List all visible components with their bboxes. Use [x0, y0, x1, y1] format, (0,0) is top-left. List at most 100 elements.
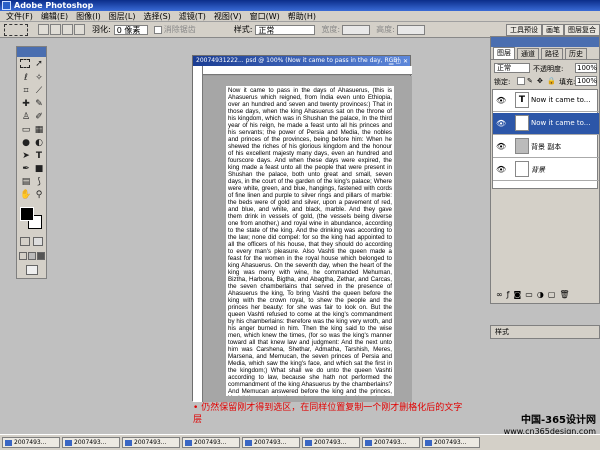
tab-channels[interactable]: 通道: [517, 48, 539, 59]
screen-mode-full-icon[interactable]: [37, 252, 45, 260]
taskbar-window[interactable]: 2007493...: [62, 437, 120, 448]
dodge-icon[interactable]: ◐: [33, 137, 45, 149]
standard-mode-icon[interactable]: [20, 237, 30, 246]
menu-select[interactable]: 选择(S): [139, 11, 174, 22]
screen-mode-standard-icon[interactable]: [19, 252, 27, 260]
feather-input[interactable]: 0 像素: [113, 24, 148, 35]
taskbar-window[interactable]: 2007493...: [122, 437, 180, 448]
menu-view[interactable]: 视图(V): [210, 11, 246, 22]
pen-icon[interactable]: ✒: [20, 163, 32, 175]
menu-help[interactable]: 帮助(H): [284, 11, 320, 22]
menu-image[interactable]: 图像(I): [72, 11, 105, 22]
mask-icon[interactable]: ◙: [514, 289, 522, 301]
zoom-icon[interactable]: ⚲: [33, 189, 45, 201]
quickmask-mode-icon[interactable]: [33, 237, 43, 246]
menu-window[interactable]: 窗口(W): [246, 11, 284, 22]
folder-icon[interactable]: ▭: [525, 289, 533, 301]
palette-tab-brushes[interactable]: 画笔: [542, 23, 564, 36]
menu-edit[interactable]: 编辑(E): [37, 11, 72, 22]
ps-doc-icon: [365, 440, 372, 446]
layer-thumbnail: [515, 161, 529, 177]
visibility-eye-icon[interactable]: 👁: [496, 96, 506, 105]
styles-palette[interactable]: 样式: [490, 325, 600, 339]
brush-icon[interactable]: ✎: [33, 98, 45, 110]
taskbar-window[interactable]: 2007493...: [182, 437, 240, 448]
intersect-selection-button[interactable]: [74, 24, 85, 35]
blur-icon[interactable]: ●: [20, 137, 32, 149]
hand-icon[interactable]: ✋: [20, 189, 32, 201]
layers-palette-header[interactable]: [491, 37, 599, 47]
palette-tab-layer-comps[interactable]: 图层复合: [564, 23, 600, 36]
layer-row-selected[interactable]: 👁 Now it came to...: [493, 113, 599, 135]
tab-layers[interactable]: 图层: [493, 47, 515, 59]
lock-all-icon[interactable]: 🔒: [547, 77, 556, 85]
stamp-icon[interactable]: ♙: [20, 111, 32, 123]
height-input[interactable]: [396, 24, 425, 35]
window-controls-icon[interactable]: ▁ ▢ ✕: [389, 57, 408, 66]
gradient-icon[interactable]: ▦: [33, 124, 45, 136]
notes-icon[interactable]: ▤: [20, 176, 32, 188]
taskbar-window[interactable]: 2007493...: [422, 437, 480, 448]
layer-name: 背景 副本: [531, 143, 562, 151]
menu-layer[interactable]: 图层(L): [105, 11, 140, 22]
move-icon[interactable]: ➚: [33, 58, 45, 70]
taskbar-window[interactable]: 2007493...: [2, 437, 60, 448]
antialias-checkbox[interactable]: [153, 25, 162, 34]
eyedropper-icon[interactable]: ⟆: [33, 176, 45, 188]
taskbar-window[interactable]: 2007493...: [362, 437, 420, 448]
link-icon[interactable]: ∞: [496, 289, 503, 301]
width-input[interactable]: [342, 24, 371, 35]
crop-icon[interactable]: ⌗: [20, 85, 32, 97]
visibility-eye-icon[interactable]: 👁: [496, 165, 506, 174]
toolbox-header[interactable]: [17, 47, 46, 57]
shape-icon[interactable]: ■: [33, 163, 45, 175]
foreground-color-swatch-top[interactable]: [20, 207, 34, 221]
canvas-area[interactable]: Now it came to pass in the days of Ahasu…: [203, 76, 412, 402]
history-brush-icon[interactable]: ✐: [33, 111, 45, 123]
marquee-tool-icon[interactable]: [4, 23, 28, 36]
menu-filter[interactable]: 滤镜(T): [175, 11, 210, 22]
document-canvas[interactable]: Now it came to pass in the days of Ahasu…: [226, 86, 394, 396]
document-title-bar[interactable]: 20074931222... psd @ 100% (Now it came t…: [193, 56, 410, 66]
lasso-icon[interactable]: ℓ: [20, 72, 32, 84]
lock-position-icon[interactable]: ✥: [537, 77, 543, 85]
eraser-icon[interactable]: ▭: [20, 124, 32, 136]
taskbar-window[interactable]: 2007493...: [242, 437, 300, 448]
visibility-eye-icon[interactable]: 👁: [496, 142, 506, 151]
tab-paths[interactable]: 路径: [541, 48, 563, 59]
slice-icon[interactable]: ⟋: [33, 85, 45, 97]
layer-row[interactable]: 👁 T Now it came to...: [493, 90, 599, 112]
add-selection-button[interactable]: [50, 24, 61, 35]
palette-tab-tool-presets[interactable]: 工具预设: [506, 23, 542, 36]
subtract-selection-button[interactable]: [62, 24, 73, 35]
magic-wand-icon[interactable]: ✧: [33, 72, 45, 84]
path-select-icon[interactable]: ➤: [20, 150, 32, 162]
lock-transparency-icon[interactable]: [517, 77, 525, 85]
jump-to-imageready-icon[interactable]: [26, 265, 38, 275]
taskbar-window[interactable]: 2007493...: [302, 437, 360, 448]
layer-row[interactable]: 👁 背景 副本: [493, 136, 599, 158]
lock-image-icon[interactable]: ✎: [527, 77, 533, 85]
type-icon[interactable]: T: [33, 150, 45, 162]
tab-history[interactable]: 历史: [565, 48, 587, 59]
adjustment-icon[interactable]: ◑: [537, 289, 544, 301]
visibility-eye-icon[interactable]: 👁: [496, 119, 506, 128]
screen-mode-full-menu-icon[interactable]: [28, 252, 36, 260]
ruler-horizontal[interactable]: [203, 66, 412, 75]
new-layer-icon[interactable]: ▢: [548, 289, 556, 301]
layer-row[interactable]: 👁 背景: [493, 159, 599, 181]
blend-mode-select[interactable]: 正常: [494, 63, 530, 73]
opacity-input[interactable]: 100%: [575, 63, 597, 73]
trash-icon[interactable]: 🗑: [559, 289, 569, 301]
new-selection-button[interactable]: [38, 24, 49, 35]
style-select[interactable]: 正常: [255, 24, 316, 35]
ruler-vertical[interactable]: [193, 66, 203, 402]
lock-label: 锁定:: [494, 78, 511, 86]
menu-file[interactable]: 文件(F): [2, 11, 37, 22]
marquee-icon[interactable]: [20, 59, 30, 68]
healing-icon[interactable]: ✚: [20, 98, 32, 110]
style-label: 样式:: [233, 25, 253, 34]
layer-style-icon[interactable]: ƒ: [507, 289, 510, 301]
fill-input[interactable]: 100%: [575, 76, 597, 86]
layer-name: Now it came to...: [531, 96, 591, 104]
